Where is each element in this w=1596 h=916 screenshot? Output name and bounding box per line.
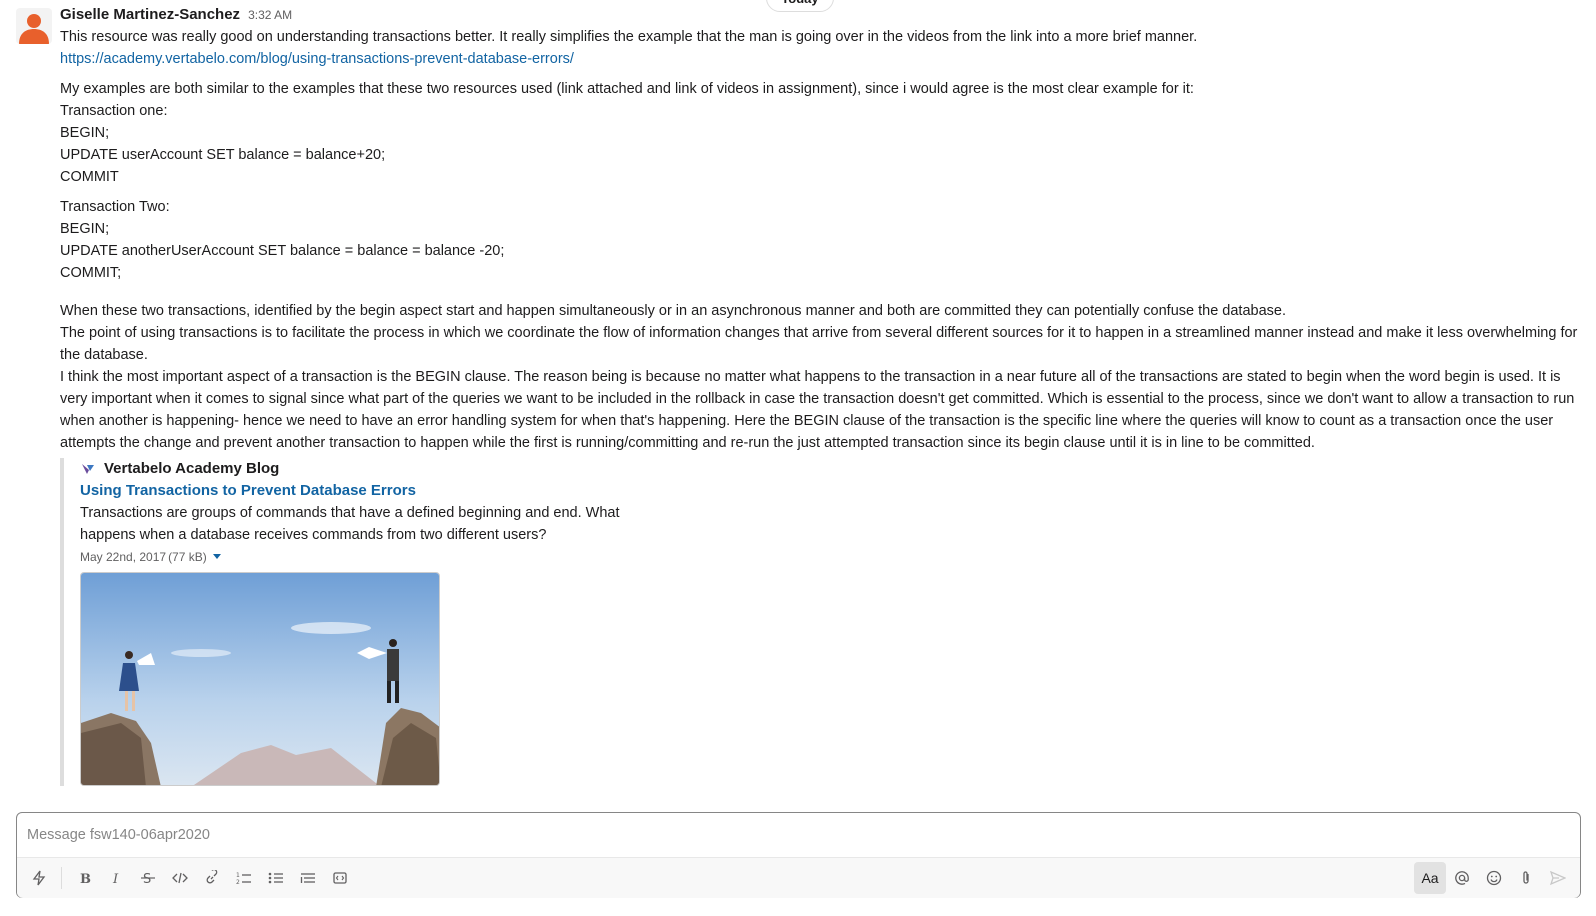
send-icon[interactable] <box>1542 862 1574 894</box>
link-preview: Vertabelo Academy Blog Using Transaction… <box>60 458 660 786</box>
strikethrough-icon[interactable]: S <box>132 862 164 894</box>
bold-icon[interactable]: B <box>68 862 100 894</box>
code-icon[interactable] <box>164 862 196 894</box>
avatar[interactable] <box>16 8 52 44</box>
lightning-icon[interactable] <box>23 862 55 894</box>
ordered-list-icon[interactable]: 12 <box>228 862 260 894</box>
transaction-one-commit: COMMIT <box>60 169 119 185</box>
transaction-two-update: UPDATE anotherUserAccount SET balance = … <box>60 243 505 259</box>
formatting-toolbar: B I S 12 Aa <box>17 857 1580 898</box>
preview-description: Transactions are groups of commands that… <box>80 505 620 543</box>
preview-site-name: Vertabelo Academy Blog <box>104 460 280 477</box>
transaction-one-label: Transaction one: <box>60 103 168 119</box>
paragraph-2: The point of using transactions is to fa… <box>60 325 1582 363</box>
message-link[interactable]: https://academy.vertabelo.com/blog/using… <box>60 51 574 67</box>
message: Giselle Martinez-Sanchez 3:32 AM This re… <box>60 4 1586 786</box>
emoji-icon[interactable] <box>1478 862 1510 894</box>
link-icon[interactable] <box>196 862 228 894</box>
vertabelo-logo-icon <box>80 461 96 477</box>
format-toggle-button[interactable]: Aa <box>1414 862 1446 894</box>
chevron-down-icon[interactable] <box>212 554 221 559</box>
svg-text:S: S <box>143 872 151 886</box>
message-timestamp[interactable]: 3:32 AM <box>248 4 292 26</box>
preview-meta: May 22nd, 2017 (77 kB) <box>80 548 660 566</box>
preview-image[interactable] <box>80 572 440 786</box>
author-name[interactable]: Giselle Martinez-Sanchez <box>60 4 240 26</box>
svg-text:2: 2 <box>236 879 240 886</box>
code-block-icon[interactable] <box>324 862 356 894</box>
message-header: Giselle Martinez-Sanchez 3:32 AM <box>60 4 1586 26</box>
blockquote-icon[interactable] <box>292 862 324 894</box>
transaction-two-commit: COMMIT; <box>60 265 122 281</box>
svg-text:B: B <box>80 872 91 886</box>
at-mention-icon[interactable] <box>1446 862 1478 894</box>
svg-text:1: 1 <box>236 872 240 879</box>
transaction-two-begin: BEGIN; <box>60 221 110 237</box>
paragraph-1: When these two transactions, identified … <box>60 303 1287 319</box>
preview-size: (77 kB) <box>168 550 207 564</box>
paragraph-3: I think the most important aspect of a t… <box>60 369 1579 451</box>
message-composer: B I S 12 Aa <box>16 812 1581 898</box>
transaction-two-label: Transaction Two: <box>60 199 170 215</box>
examples-intro: My examples are both similar to the exam… <box>60 81 1194 97</box>
message-input[interactable] <box>17 813 1580 857</box>
preview-title-link[interactable]: Using Transactions to Prevent Database E… <box>80 480 660 502</box>
paperclip-icon[interactable] <box>1510 862 1542 894</box>
bulleted-list-icon[interactable] <box>260 862 292 894</box>
svg-text:I: I <box>112 872 119 886</box>
italic-icon[interactable]: I <box>100 862 132 894</box>
transaction-one-begin: BEGIN; <box>60 125 110 141</box>
transaction-one-update: UPDATE userAccount SET balance = balance… <box>60 147 386 163</box>
preview-date: May 22nd, 2017 <box>80 550 167 564</box>
message-intro: This resource was really good on underst… <box>60 29 1198 45</box>
